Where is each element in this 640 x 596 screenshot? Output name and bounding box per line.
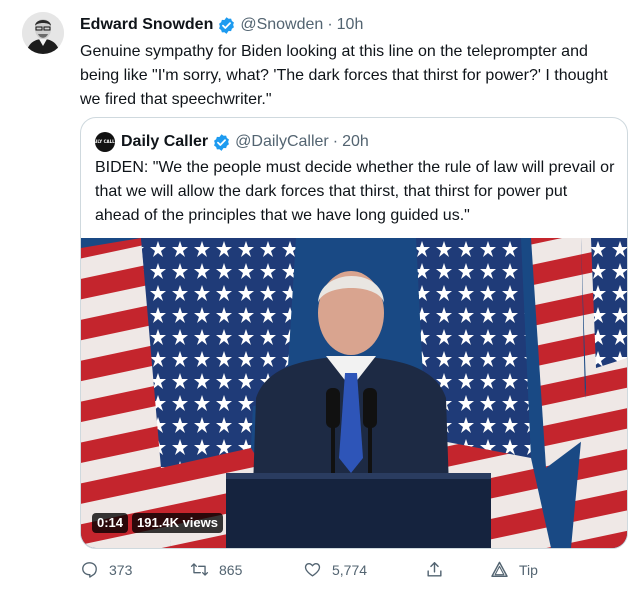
share-button[interactable] — [425, 560, 454, 579]
video-thumbnail — [81, 238, 627, 548]
retweet-button[interactable]: 865 — [190, 560, 242, 579]
quoted-tweet-text: BIDEN: "We the people must decide whethe… — [95, 159, 619, 224]
quoted-tweet-header: DAILY CALLER Daily Caller @DailyCaller ·… — [89, 130, 369, 154]
verified-badge-icon — [212, 133, 231, 152]
tip-label: Tip — [519, 561, 538, 578]
tweet-timestamp[interactable]: 10h — [337, 16, 364, 34]
tweet-text: Genuine sympathy for Biden looking at th… — [80, 43, 613, 108]
quoted-author-avatar[interactable]: DAILY CALLER — [89, 132, 121, 152]
separator-dot: · — [327, 16, 333, 33]
video-player[interactable]: 0:14 191.4K views — [81, 238, 627, 548]
video-duration-badge: 0:14 — [92, 513, 129, 533]
reply-button[interactable]: 373 — [80, 560, 132, 579]
tweet-action-bar: 373 865 5,774 Tip — [80, 560, 550, 584]
verified-badge-icon — [217, 16, 236, 35]
tip-button[interactable]: Tip — [490, 560, 538, 579]
share-icon — [427, 562, 442, 577]
like-count: 5,774 — [332, 561, 368, 578]
video-views-badge: 191.4K views — [132, 513, 223, 533]
author-avatar[interactable] — [22, 12, 64, 54]
quoted-tweet-card[interactable]: DAILY CALLER Daily Caller @DailyCaller ·… — [80, 117, 628, 549]
video-badges: 0:14 191.4K views — [92, 513, 223, 533]
retweet-count: 865 — [219, 561, 243, 578]
tip-icon — [491, 561, 508, 577]
quoted-avatar-logo: DAILY CALLER — [89, 139, 121, 144]
reply-count: 373 — [109, 561, 133, 578]
like-icon — [304, 563, 321, 577]
author-name[interactable]: Edward Snowden — [80, 16, 213, 34]
separator-dot: · — [332, 133, 339, 150]
quoted-author-handle[interactable]: @DailyCaller — [235, 133, 329, 151]
author-handle[interactable]: @Snowden — [240, 16, 323, 34]
like-button[interactable]: 5,774 — [303, 560, 367, 579]
tweet-header: Edward Snowden @Snowden · 10h — [80, 14, 363, 36]
quoted-author-name[interactable]: Daily Caller — [121, 133, 208, 151]
retweet-icon — [190, 563, 209, 576]
quoted-tweet-timestamp[interactable]: 20h — [342, 133, 369, 151]
reply-icon — [82, 562, 97, 578]
